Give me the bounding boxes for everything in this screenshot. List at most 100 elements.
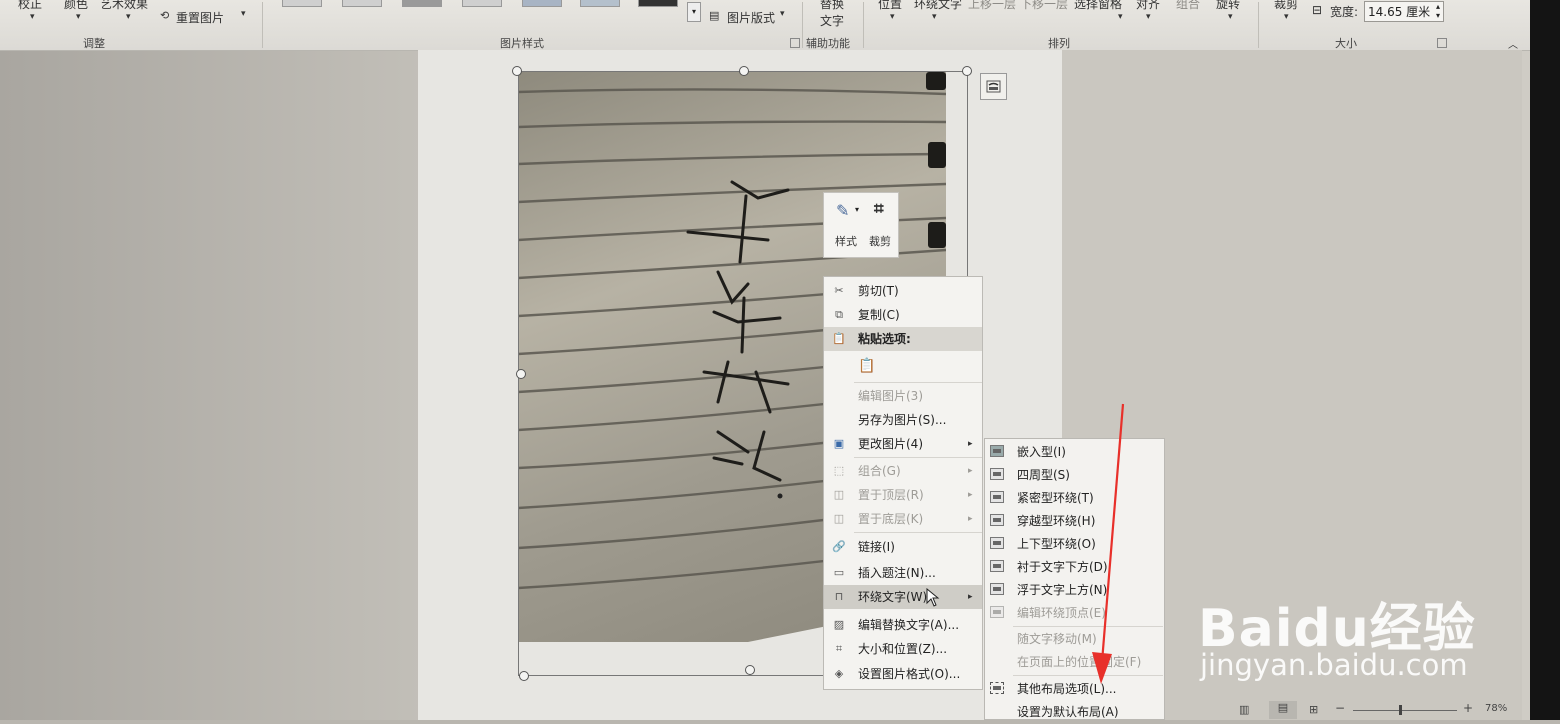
menu-separator xyxy=(854,532,982,533)
position-button[interactable]: 位置 xyxy=(878,0,902,12)
artistic-effects-button[interactable]: 艺术效果 xyxy=(100,0,148,12)
menu-item-wrap-text[interactable]: ⊓ 环绕文字(W) ▸ xyxy=(824,585,982,609)
menu-separator xyxy=(854,382,982,383)
edit-wrap-points-icon xyxy=(990,606,1004,618)
style-swatch[interactable] xyxy=(638,0,678,7)
color-button[interactable]: 颜色 xyxy=(64,0,88,12)
chevron-right-icon: ▸ xyxy=(968,466,973,476)
style-swatch[interactable] xyxy=(580,0,620,7)
chevron-down-icon: ▾ xyxy=(1284,12,1289,22)
menu-item-copy[interactable]: ⧉ 复制(C) xyxy=(824,303,982,327)
menu-item-label: 另存为图片(S)... xyxy=(858,413,947,427)
menu-item-save-as-picture[interactable]: 另存为图片(S)... xyxy=(824,408,982,432)
chevron-right-icon: ▸ xyxy=(968,439,973,449)
style-swatch[interactable] xyxy=(522,0,562,7)
crop-button[interactable]: 裁剪 xyxy=(1274,0,1298,12)
mini-toolbar: ✎ ▾ ⌗ 样式 裁剪 xyxy=(823,192,899,258)
menu-item-label: 环绕文字(W) xyxy=(858,590,928,604)
crop-icon[interactable]: ⌗ xyxy=(874,199,884,219)
format-picture-icon: ◈ xyxy=(834,667,844,680)
wrap-text-button[interactable]: 环绕文字 xyxy=(914,0,962,12)
picture-layout-button[interactable]: 图片版式 xyxy=(727,9,775,26)
wrap-option-set-default[interactable]: 设置为默认布局(A) xyxy=(985,701,1164,724)
resize-handle[interactable] xyxy=(745,665,755,675)
resize-handle[interactable] xyxy=(512,66,522,76)
menu-item-label: 链接(I) xyxy=(858,540,895,554)
web-layout-icon[interactable]: ⊞ xyxy=(1309,703,1318,716)
zoom-in-button[interactable]: + xyxy=(1463,701,1473,715)
resize-handle[interactable] xyxy=(516,369,526,379)
print-layout-icon[interactable]: ▤ xyxy=(1269,701,1297,719)
alt-text-icon: ▨ xyxy=(833,618,845,631)
resize-handle[interactable] xyxy=(519,671,529,681)
wrap-text-icon: ⊓ xyxy=(834,590,844,603)
menu-item-change-picture[interactable]: ▣ 更改图片(4) ▸ xyxy=(824,432,982,456)
rotate-button[interactable]: 旋转 xyxy=(1216,0,1240,12)
menu-item-paste-options: 📋 粘贴选项: xyxy=(824,327,982,351)
alt-text-button[interactable]: 替换 xyxy=(820,0,844,12)
chevron-down-icon: ▾ xyxy=(241,9,246,19)
style-icon[interactable]: ✎ xyxy=(836,201,849,220)
group-button[interactable]: 组合 xyxy=(1176,0,1200,12)
style-swatch[interactable] xyxy=(402,0,442,7)
wrap-front-icon xyxy=(990,583,1004,595)
align-button[interactable]: 对齐 xyxy=(1136,0,1160,12)
mini-crop-button[interactable]: 裁剪 xyxy=(869,233,891,249)
menu-item-group[interactable]: ⬚ 组合(G) ▸ xyxy=(824,459,982,483)
dialog-launcher-icon[interactable] xyxy=(790,38,800,48)
group-label-arrange: 排列 xyxy=(1048,37,1070,50)
read-mode-icon[interactable]: ▥ xyxy=(1239,703,1249,716)
paste-icon: 📋 xyxy=(832,332,846,345)
zoom-level[interactable]: 78% xyxy=(1485,703,1507,714)
submenu-item-label: 嵌入型(I) xyxy=(1017,445,1066,459)
selection-pane-button[interactable]: 选择窗格 xyxy=(1074,0,1122,12)
more-layout-icon xyxy=(990,682,1004,694)
zoom-out-button[interactable]: − xyxy=(1335,701,1345,715)
width-icon: ⊟ xyxy=(1312,3,1323,17)
resize-handle[interactable] xyxy=(739,66,749,76)
collapse-ribbon-icon[interactable]: ︿ xyxy=(1508,36,1518,51)
menu-item-edit-alt-text[interactable]: ▨ 编辑替换文字(A)... xyxy=(824,613,982,637)
mini-style-button[interactable]: 样式 xyxy=(835,233,857,249)
menu-item-insert-caption[interactable]: ▭ 插入题注(N)... xyxy=(824,561,982,585)
zoom-slider-thumb[interactable] xyxy=(1399,705,1402,715)
style-swatch[interactable] xyxy=(282,0,322,7)
reset-picture-button[interactable]: 重置图片 xyxy=(176,9,224,26)
menu-item-label: 大小和位置(Z)... xyxy=(858,642,948,656)
menu-item-bring-to-front[interactable]: ◫ 置于顶层(R) ▸ xyxy=(824,483,982,507)
menu-item-edit-picture[interactable]: 编辑图片(3) xyxy=(824,384,982,408)
menu-item-format-picture[interactable]: ◈ 设置图片格式(O)... xyxy=(824,662,982,686)
style-swatch[interactable] xyxy=(462,0,502,7)
correction-button[interactable]: 校正 xyxy=(18,0,42,12)
dialog-launcher-icon[interactable] xyxy=(1437,38,1447,48)
bring-front-icon: ◫ xyxy=(833,488,845,501)
menu-item-label: 编辑图片(3) xyxy=(858,389,923,403)
menu-item-size-position[interactable]: ⌗ 大小和位置(Z)... xyxy=(824,637,982,661)
paste-keep-format-button[interactable]: 📋 xyxy=(824,353,982,381)
menu-item-cut[interactable]: ✂ 剪切(T) xyxy=(824,279,982,303)
menu-item-label: 设置图片格式(O)... xyxy=(858,667,961,681)
zoom-slider[interactable] xyxy=(1353,710,1457,711)
width-field[interactable]: 14.65 厘米 ▴ ▾ xyxy=(1364,1,1444,22)
alt-text-label: 文字 xyxy=(820,14,845,28)
reset-picture-icon: ⟲ xyxy=(160,9,170,22)
send-backward-button[interactable]: 下移一层 xyxy=(1020,0,1068,12)
gallery-more-icon[interactable]: ▾ xyxy=(687,2,701,22)
menu-item-label: 更改图片(4) xyxy=(858,437,923,451)
resize-handle[interactable] xyxy=(962,66,972,76)
menu-item-label: 组合(G) xyxy=(858,464,901,478)
menu-item-link[interactable]: 🔗 链接(I) xyxy=(824,535,982,559)
layout-options-button[interactable] xyxy=(980,73,1007,100)
submenu-item-label: 设置为默认布局(A) xyxy=(1017,705,1119,719)
spinner-icon[interactable]: ▴ ▾ xyxy=(1436,2,1440,20)
group-label-adjust: 调整 xyxy=(83,37,105,50)
layout-options-icon xyxy=(986,80,1001,93)
menu-item-label: 剪切(T) xyxy=(858,284,899,298)
bring-forward-button[interactable]: 上移一层 xyxy=(968,0,1016,12)
status-bar: ▥ ▤ ⊞ − + 78% xyxy=(1205,700,1525,720)
style-swatch[interactable] xyxy=(342,0,382,7)
group-label-accessibility: 辅助功能 xyxy=(806,37,850,50)
monitor-bezel xyxy=(1530,0,1560,720)
menu-item-label: 置于顶层(R) xyxy=(858,488,924,502)
menu-item-send-to-back[interactable]: ◫ 置于底层(K) ▸ xyxy=(824,507,982,531)
